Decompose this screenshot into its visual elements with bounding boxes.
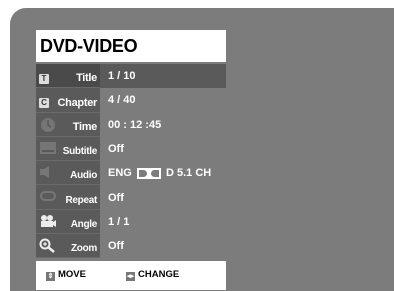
- menu-row-icon-cell: T Title: [36, 64, 100, 89]
- menu-row-label: Angle: [70, 219, 98, 231]
- menu-row-icon-cell: Subtitle: [36, 136, 100, 162]
- menu-row-zoom[interactable]: Zoom Off: [36, 234, 226, 259]
- menu-row-label: Zoom: [70, 243, 97, 255]
- change-label: CHANGE: [138, 269, 180, 280]
- menu-row-value: Off: [108, 143, 124, 156]
- dvd-info-menu: DVD-VIDEO T Title 1 / 10 C Chapter 4 / 4…: [36, 30, 226, 291]
- menu-title: DVD-VIDEO: [36, 30, 226, 62]
- audio-language: ENG: [108, 167, 132, 180]
- menu-row-icon-cell: Angle: [36, 209, 100, 235]
- clock-icon: [39, 117, 57, 138]
- menu-row-icon-cell: C Chapter: [36, 88, 100, 113]
- move-hint: ⇕ MOVE: [46, 269, 86, 281]
- zoom-icon: [39, 238, 57, 258]
- dolby-digital-icon: [136, 167, 161, 179]
- audio-format: D 5.1 CH: [165, 167, 212, 180]
- chapter-icon: C: [39, 92, 49, 110]
- subtitle-icon: [39, 141, 57, 160]
- menu-row-label: Title: [76, 72, 97, 85]
- menu-row-label: Repeat: [65, 194, 97, 206]
- camera-angle-icon: [39, 214, 57, 233]
- menu-row-value: 4 / 40: [108, 94, 136, 107]
- menu-row-label: Subtitle: [62, 146, 98, 158]
- menu-rows: T Title 1 / 10 C Chapter 4 / 40 Time 00 …: [36, 64, 226, 259]
- left-right-arrow-icon: ◂▸: [126, 272, 135, 281]
- menu-row-angle[interactable]: Angle 1 / 1: [36, 209, 226, 235]
- menu-row-icon-cell: Repeat: [36, 185, 100, 210]
- repeat-icon: [39, 189, 57, 208]
- menu-row-icon-cell: Audio: [36, 161, 100, 186]
- menu-row-value: ENG D 5.1 CH: [108, 167, 211, 179]
- menu-row-label: Chapter: [57, 96, 98, 109]
- menu-row-value: Off: [108, 240, 124, 253]
- menu-row-label: Audio: [70, 170, 97, 182]
- menu-row-subtitle[interactable]: Subtitle Off: [36, 136, 226, 162]
- up-down-arrow-icon: ⇕: [46, 272, 55, 281]
- menu-row-value: Off: [108, 191, 124, 204]
- menu-row-title[interactable]: T Title 1 / 10: [36, 64, 226, 89]
- menu-row-repeat[interactable]: Repeat Off: [36, 185, 226, 210]
- menu-row-time[interactable]: Time 00 : 12 :45: [36, 112, 226, 138]
- tv-screen: DVD-VIDEO T Title 1 / 10 C Chapter 4 / 4…: [10, 8, 394, 291]
- menu-row-icon-cell: Time: [36, 112, 100, 138]
- menu-footer: ⇕ MOVE ◂▸ CHANGE: [36, 261, 226, 290]
- change-hint: ◂▸ CHANGE: [126, 269, 179, 281]
- menu-row-value: 1 / 10: [108, 70, 136, 83]
- title-icon: T: [39, 68, 49, 86]
- menu-row-icon-cell: Zoom: [36, 234, 100, 259]
- menu-row-label: Time: [72, 120, 98, 133]
- menu-row-value: 1 / 1: [108, 215, 130, 228]
- menu-row-audio[interactable]: Audio ENG D 5.1 CH: [36, 161, 226, 186]
- menu-row-value: 00 : 12 :45: [108, 118, 162, 131]
- move-label: MOVE: [58, 269, 86, 280]
- menu-row-chapter[interactable]: C Chapter 4 / 40: [36, 88, 226, 113]
- speaker-icon: [39, 165, 57, 184]
